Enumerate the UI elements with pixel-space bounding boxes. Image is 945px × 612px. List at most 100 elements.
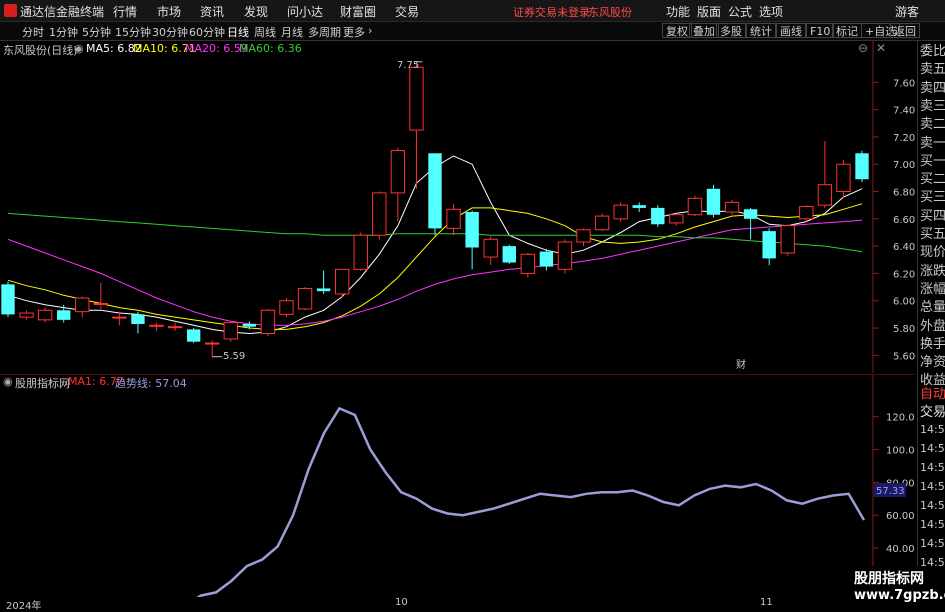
quote-field-label: 买四	[920, 208, 945, 224]
kline-chart[interactable]: 5.60 5.80 6.00 6.20 6.40 6.60 6.80 7.00 7.20 7.40…	[0, 41, 915, 373]
candle-body	[1, 284, 15, 315]
draw-line-button[interactable]: 画线	[776, 23, 806, 38]
guest-button[interactable]: 游客	[895, 3, 919, 20]
y-tick-label: 7.20	[893, 133, 915, 144]
period-weekly[interactable]: 周线	[254, 24, 276, 40]
low-price-label: 5.59	[223, 351, 245, 362]
candle-body	[520, 253, 536, 274]
quote-field-label[interactable]: 交易	[920, 404, 945, 422]
back-button[interactable]: 返回	[890, 23, 920, 38]
quote-field-label: 卖三	[920, 98, 945, 114]
period-timeshare[interactable]: 分时	[22, 24, 44, 40]
candle-body	[93, 302, 109, 305]
y-tick-label: 60.00	[886, 511, 915, 522]
x-label-oct: 10	[395, 597, 408, 608]
multi-stock-button[interactable]: 多股	[716, 23, 746, 38]
statistics-button[interactable]: 统计	[746, 23, 776, 38]
menu-discover[interactable]: 发现	[244, 3, 268, 20]
quote-field-label: 涨幅	[920, 281, 945, 297]
close-panel-icon[interactable]: ✕	[876, 41, 886, 55]
chevron-right-icon[interactable]: ›	[368, 24, 372, 37]
menu-assistant[interactable]: 问小达	[287, 3, 323, 20]
quote-field-label: 涨跌	[920, 263, 945, 279]
candle-body	[149, 324, 164, 327]
menu-trade[interactable]: 交易	[395, 3, 419, 20]
login-status[interactable]: 证券交易未登录	[513, 4, 590, 20]
options-button[interactable]: 选项	[759, 3, 783, 20]
y-tick-label: 40.00	[886, 544, 915, 555]
trade-time: 14:56	[920, 537, 945, 550]
quote-field-label: 换手	[920, 336, 945, 352]
function-button[interactable]: 功能	[666, 3, 690, 20]
high-price-label: 7.75	[397, 60, 419, 71]
candle-body	[205, 342, 220, 345]
financial-marker[interactable]: 财	[736, 358, 746, 371]
y-tick-label: 5.80	[893, 324, 915, 335]
restore-rights-button[interactable]: 复权	[662, 23, 692, 38]
quote-field-label: 买一	[920, 153, 945, 169]
layout-button[interactable]: 版面	[697, 3, 721, 20]
candle-body	[75, 297, 90, 313]
candle-body	[186, 329, 201, 342]
quote-field-label: 买五	[920, 227, 945, 242]
formula-button[interactable]: 公式	[728, 3, 752, 20]
menu-market[interactable]: 市场	[157, 3, 181, 20]
quote-field-label[interactable]: 自动	[920, 386, 945, 404]
y-tick-label: 7.00	[893, 160, 915, 171]
y-tick-label: 6.00	[893, 297, 915, 308]
period-multi[interactable]: 多周期	[308, 24, 341, 40]
candle-body	[316, 288, 331, 292]
kline-panel[interactable]: 东风股份(日线) ◉ MA5: 6.82 MA10: 6.71 MA20: 6.…	[0, 41, 915, 373]
candle-body	[502, 246, 516, 263]
period-30min[interactable]: 30分钟	[152, 24, 188, 40]
quote-field-label: 卖四	[920, 80, 945, 96]
period-monthly[interactable]: 月线	[281, 24, 303, 40]
candle-body	[762, 231, 776, 259]
mark-button[interactable]: 标记	[832, 23, 862, 38]
menu-wealth[interactable]: 财富圈	[340, 3, 376, 20]
watermark-url: www.7gpzb.com	[854, 588, 945, 603]
trade-time: 14:56	[920, 518, 945, 531]
quote-field-label: 委比	[920, 44, 945, 59]
candle-body	[687, 197, 703, 216]
candle-body	[372, 192, 387, 236]
trade-time: 14:56	[920, 442, 945, 455]
menu-news[interactable]: 资讯	[200, 3, 224, 20]
period-daily[interactable]: 日线	[227, 24, 249, 40]
period-toolbar: 分时 1分钟 5分钟 15分钟 30分钟 60分钟 日线 周线 月线 多周期 更…	[0, 22, 945, 41]
candle-body	[743, 209, 758, 219]
candle-body	[57, 310, 71, 320]
candle-body	[428, 153, 442, 229]
candle-body	[390, 150, 406, 194]
indicator-panel[interactable]: ◉ 股朋指标网 MA1: 6.77 趋势线: 57.04 20.0040.006…	[0, 374, 915, 597]
candle-body	[446, 208, 461, 229]
candle-body	[799, 206, 814, 220]
overlay-button[interactable]: 叠加	[689, 23, 719, 38]
indicator-chart[interactable]: 20.0040.0060.0080.00100.00120.00 57.33	[0, 374, 915, 597]
period-60min[interactable]: 60分钟	[189, 24, 225, 40]
period-5min[interactable]: 5分钟	[82, 24, 111, 40]
candle-body	[594, 215, 610, 231]
candle-body	[724, 201, 740, 213]
menu-hq[interactable]: 行情	[113, 3, 137, 20]
quote-field-label: 买三	[920, 190, 945, 206]
settings-icon[interactable]: ⊖	[858, 41, 868, 55]
period-15min[interactable]: 15分钟	[115, 24, 151, 40]
y-tick-label: 7.40	[893, 106, 915, 117]
period-1min[interactable]: 1分钟	[49, 24, 78, 40]
candle-body	[242, 323, 257, 327]
period-more[interactable]: 更多	[343, 24, 365, 40]
quote-field-label: 买二	[920, 172, 945, 188]
quote-field-label: 卖一	[920, 135, 945, 151]
candle-body	[669, 214, 684, 224]
current-value-label: 57.33	[876, 486, 905, 497]
y-tick-label: 6.80	[893, 188, 915, 199]
quote-side-panel: 委比 卖五 卖四 卖三 卖二 卖一 买一 买二 买三 买四 买五 现价 涨跌 涨幅 总量 外盘 换手 净资 收益 自动…	[917, 41, 945, 609]
quote-field-label: 卖二	[920, 117, 945, 133]
quote-field-label: 净资	[920, 355, 945, 371]
y-tick-label: 7.60	[893, 78, 915, 89]
candle-body	[353, 234, 368, 270]
candle-body	[576, 229, 591, 243]
f10-button[interactable]: F10	[806, 23, 835, 38]
candle-body	[855, 153, 869, 180]
